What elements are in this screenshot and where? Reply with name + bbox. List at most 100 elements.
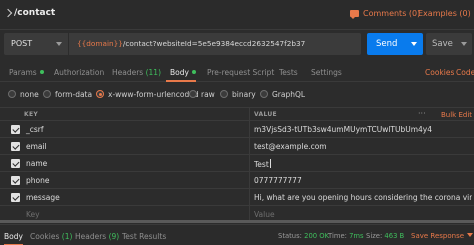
response-tab-cookies[interactable]: Cookies (1) xyxy=(30,232,72,241)
radio-raw[interactable]: raw xyxy=(189,90,215,99)
scrollbar-thumb[interactable] xyxy=(0,220,474,223)
table-row: name Test xyxy=(0,155,474,172)
row-value[interactable]: Hi, what are you opening hours consideri… xyxy=(254,193,472,202)
tab-headers[interactable]: Headers (11) xyxy=(112,68,161,77)
radio-binary[interactable]: binary xyxy=(220,90,256,99)
response-tab-headers-count: (9) xyxy=(108,232,120,241)
status-label: Status: xyxy=(278,232,302,240)
row-checkbox[interactable] xyxy=(11,159,20,168)
row-key[interactable]: message xyxy=(26,193,60,202)
table-header: KEY VALUE ··· Bulk Edit xyxy=(0,107,474,121)
radio-graphql-label: GraphQL xyxy=(272,90,306,99)
radio-x-www-form-urlencoded[interactable]: x-www-form-urlencoded xyxy=(96,90,199,99)
row-value-editing[interactable]: Test xyxy=(254,159,472,169)
table-row: message Hi, what are you opening hours c… xyxy=(0,189,474,206)
chevron-down-icon[interactable] xyxy=(461,42,467,46)
tab-headers-label: Headers xyxy=(112,68,144,77)
row-value-text: Test xyxy=(254,160,269,169)
time-readout: Time: 7ms xyxy=(328,232,364,240)
more-options-icon[interactable]: ··· xyxy=(418,109,426,118)
send-button[interactable]: Send xyxy=(367,33,423,55)
table-row: email test@example.com xyxy=(0,138,474,155)
radio-circle-selected xyxy=(96,90,104,98)
row-key[interactable]: email xyxy=(26,142,47,151)
table-row: phone 0777777777 xyxy=(0,172,474,189)
request-bar: POST {{domain}}/contact?websiteId=5e5e93… xyxy=(0,32,474,56)
radio-circle xyxy=(189,90,197,98)
radio-graphql[interactable]: GraphQL xyxy=(260,90,305,99)
row-checkbox[interactable] xyxy=(11,125,20,134)
radio-circle xyxy=(43,90,51,98)
time-label: Time: xyxy=(328,232,347,240)
row-value[interactable]: m3VjsSd3-tUTb3sw4umMUymTCUwlTUbUm4y4 xyxy=(254,125,472,134)
save-response-label: Save Response xyxy=(411,232,465,240)
save-response-button[interactable]: Save Response xyxy=(411,232,474,240)
comment-icon xyxy=(350,10,359,19)
response-tab-test-results[interactable]: Test Results xyxy=(122,232,166,241)
tab-params[interactable]: Params xyxy=(9,68,44,77)
response-tab-headers[interactable]: Headers (9) xyxy=(75,232,119,241)
key-column-header: KEY xyxy=(24,111,38,118)
url-input[interactable]: {{domain}}/contact?websiteId=5e5e9384ecc… xyxy=(69,33,361,55)
request-titlebar: /contact Comments (0) Examples (0) xyxy=(0,0,474,30)
new-value-input[interactable]: Value xyxy=(254,210,472,219)
method-select[interactable]: POST xyxy=(4,33,68,55)
radio-urlencoded-label: x-www-form-urlencoded xyxy=(108,90,199,99)
row-key[interactable]: phone xyxy=(26,176,49,185)
row-value[interactable]: test@example.com xyxy=(254,142,472,151)
radio-form-data[interactable]: form-data xyxy=(43,90,92,99)
row-checkbox[interactable] xyxy=(11,176,20,185)
send-label: Send xyxy=(376,39,398,49)
tab-body[interactable]: Body xyxy=(170,68,196,77)
response-tab-headers-label: Headers xyxy=(75,232,107,241)
new-key-input[interactable]: Key xyxy=(26,210,40,219)
response-tab-cookies-label: Cookies xyxy=(30,232,60,241)
chevron-right-icon[interactable] xyxy=(3,8,13,18)
radio-raw-label: raw xyxy=(201,90,215,99)
row-key[interactable]: _csrf xyxy=(26,125,44,134)
size-value: 463 B xyxy=(384,232,405,240)
tab-settings[interactable]: Settings xyxy=(311,68,342,77)
time-value: 7ms xyxy=(349,232,364,240)
radio-binary-label: binary xyxy=(232,90,256,99)
row-checkbox[interactable] xyxy=(11,142,20,151)
indicator-dot xyxy=(191,70,196,74)
row-key[interactable]: name xyxy=(26,159,47,168)
text-cursor xyxy=(269,159,271,168)
indicator-dot xyxy=(39,70,44,74)
tab-pre-request-script[interactable]: Pre-request Script xyxy=(207,68,274,77)
radio-none[interactable]: none xyxy=(8,90,39,99)
radio-none-label: none xyxy=(20,90,39,99)
cookies-link[interactable]: Cookies xyxy=(425,68,454,77)
radio-circle xyxy=(220,90,228,98)
chevron-down-icon[interactable] xyxy=(411,42,417,46)
status-value: 200 OK xyxy=(304,232,330,240)
save-label: Save xyxy=(432,39,453,49)
table-row: _csrf m3VjsSd3-tUTb3sw4umMUymTCUwlTUbUm4… xyxy=(0,121,474,138)
comments-label: Comments (0) xyxy=(363,9,421,18)
request-tabs: Params Authorization Headers (11) Body P… xyxy=(0,63,474,82)
size-label: Size: xyxy=(366,232,383,240)
active-tab-underline xyxy=(166,80,196,82)
body-type-selector: none form-data x-www-form-urlencoded raw… xyxy=(0,87,474,103)
radio-circle xyxy=(260,90,268,98)
tab-params-label: Params xyxy=(9,68,37,77)
radio-form-data-label: form-data xyxy=(55,90,93,99)
radio-circle xyxy=(8,90,16,98)
method-label: POST xyxy=(11,39,33,48)
row-value[interactable]: 0777777777 xyxy=(254,176,472,185)
save-button[interactable]: Save xyxy=(426,33,472,55)
comments-button[interactable]: Comments (0) xyxy=(350,9,421,19)
request-title[interactable]: /contact xyxy=(14,8,55,18)
row-checkbox[interactable] xyxy=(11,193,20,202)
bulk-edit-link[interactable]: Bulk Edit xyxy=(441,111,472,119)
horizontal-scrollbar[interactable] xyxy=(0,220,474,223)
tab-authorization[interactable]: Authorization xyxy=(54,68,104,77)
response-tab-cookies-count: (1) xyxy=(61,232,73,241)
examples-button[interactable]: Examples (0) xyxy=(418,9,471,18)
url-path: /contact?websiteId=5e5e9384eccd2632547f2… xyxy=(122,39,306,48)
tab-tests[interactable]: Tests xyxy=(279,68,298,77)
response-tab-body[interactable]: Body xyxy=(4,232,23,241)
size-readout: Size: 463 B xyxy=(366,232,404,240)
code-link[interactable]: Code xyxy=(456,68,474,77)
